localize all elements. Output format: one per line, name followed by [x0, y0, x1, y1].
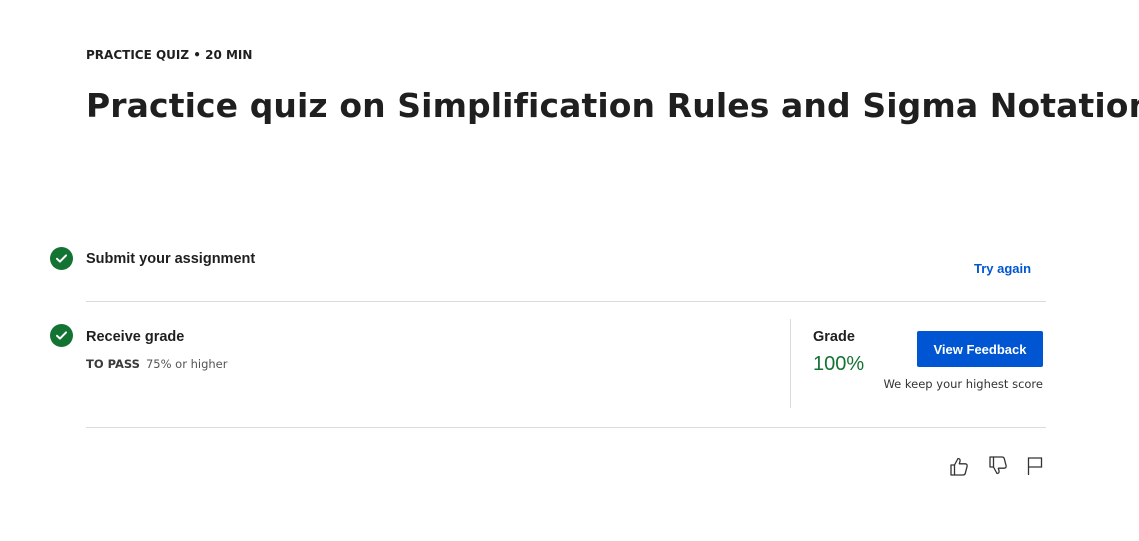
step-submit-label: Submit your assignment: [86, 251, 256, 267]
quiz-meta: PRACTICE QUIZ • 20 MIN: [86, 48, 253, 62]
check-circle-icon: [50, 247, 73, 270]
grade-value: 100%: [813, 353, 865, 375]
flag-icon[interactable]: [1023, 454, 1047, 478]
pass-requirement-value: 75% or higher: [145, 357, 228, 371]
try-again-link[interactable]: Try again: [974, 261, 1031, 276]
page-title: Practice quiz on Simplification Rules an…: [86, 86, 1139, 125]
view-feedback-button[interactable]: View Feedback: [917, 331, 1043, 367]
check-circle-icon: [50, 324, 73, 347]
step-grade-label: Receive grade: [86, 329, 185, 345]
thumbs-down-icon[interactable]: [986, 454, 1010, 478]
pass-requirement-key: TO PASS: [86, 357, 140, 371]
pass-requirement: TO PASS 75% or higher: [86, 357, 227, 371]
thumbs-up-icon[interactable]: [947, 454, 971, 478]
divider: [86, 301, 1046, 302]
vertical-divider: [790, 319, 791, 408]
grade-label: Grade: [813, 329, 855, 345]
highest-score-note: We keep your highest score: [883, 377, 1043, 391]
divider: [86, 427, 1046, 428]
